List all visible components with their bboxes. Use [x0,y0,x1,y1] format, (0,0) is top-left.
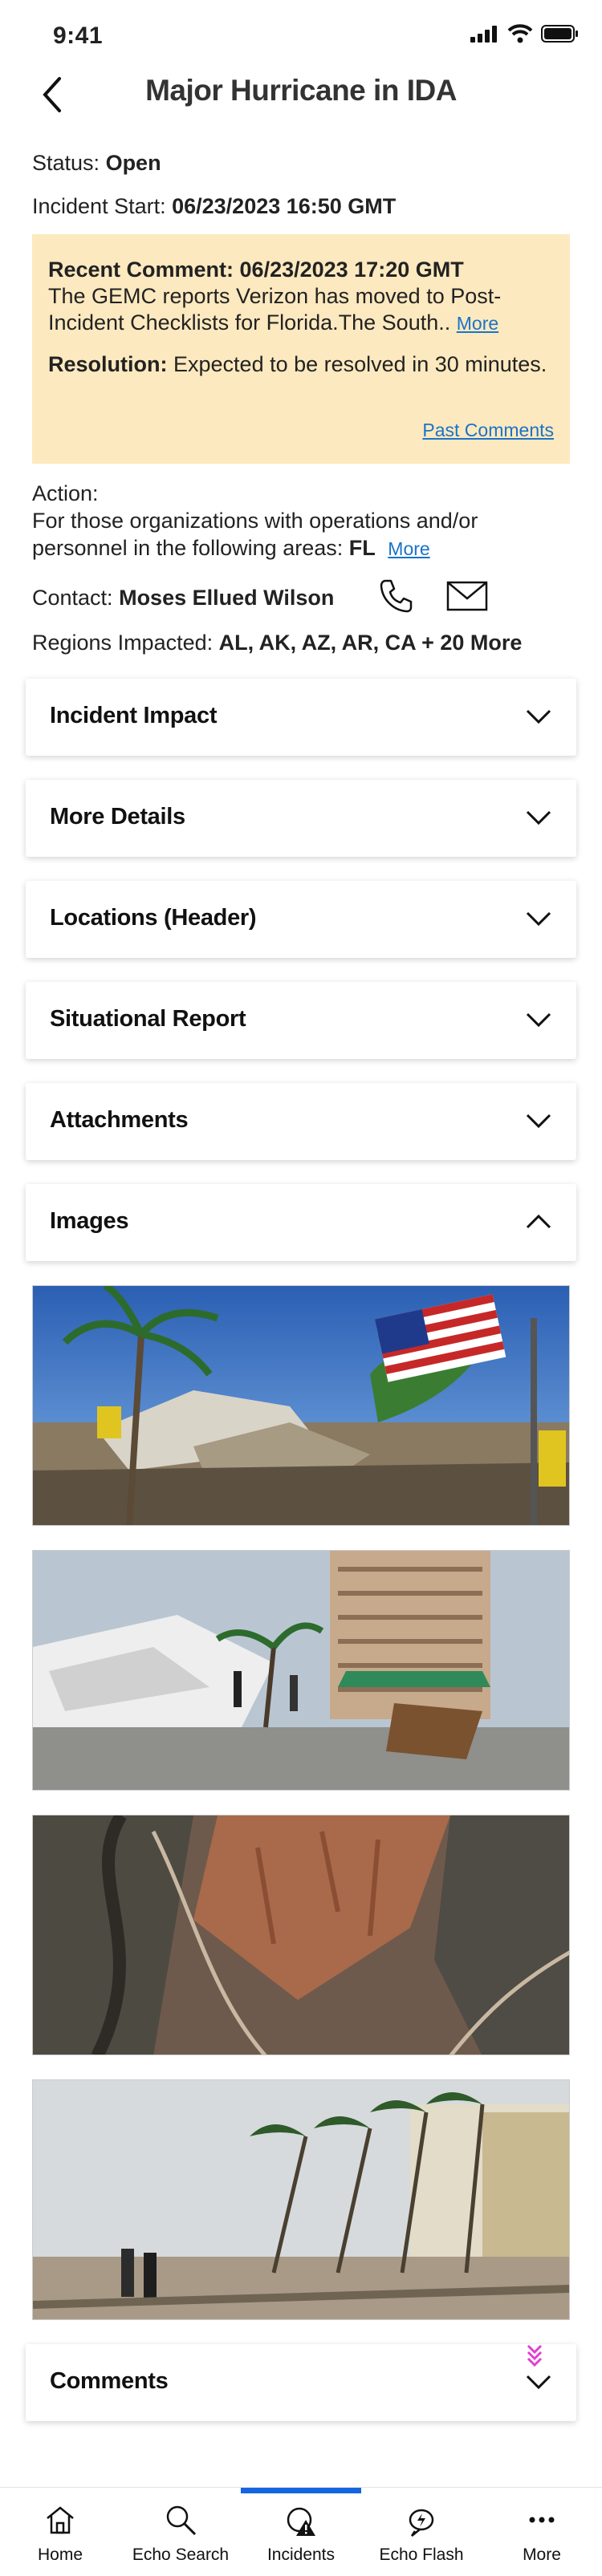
tab-incidents[interactable]: Incidents [241,2488,361,2576]
more-dots-icon [529,2517,555,2523]
contact-name: Moses Ellued Wilson [119,586,335,610]
contact-line: Contact: Moses Ellued Wilson [32,584,334,611]
incident-start-line: Incident Start: 06/23/2023 16:50 GMT [32,193,396,220]
regions-line: Regions Impacted: AL, AK, AZ, AR, CA + 2… [32,629,522,656]
resolution-label: Resolution: [48,352,168,376]
status-bar: 9:41 [0,0,602,64]
action-label: Action: [32,481,99,505]
status-label: Status: [32,151,100,175]
action-more-link[interactable]: More [388,538,429,559]
echo-flash-icon [409,2509,434,2537]
tab-home[interactable]: Home [0,2488,120,2576]
section-images[interactable]: Images [26,1184,576,1261]
bottom-tab-bar: Home Echo Search Incidents Echo Flash Mo… [0,2487,602,2576]
section-more-details[interactable]: More Details [26,780,576,857]
incident-start-value: 06/23/2023 16:50 GMT [172,194,397,218]
phone-icon[interactable] [377,578,414,615]
battery-icon [541,25,578,43]
photo-illustration [33,1286,569,1525]
tab-label: Echo Search [132,2546,230,2564]
recent-comment-more-link[interactable]: More [457,313,498,334]
wifi-icon [507,24,533,43]
page-title: Major Hurricane in IDA [145,74,457,107]
section-incident-impact[interactable]: Incident Impact [26,679,576,756]
tab-label: Echo Flash [379,2546,464,2564]
scroll-down-hint-icon [527,2344,543,2367]
past-comments-link[interactable]: Past Comments [422,420,554,441]
photo-illustration [33,1815,569,2055]
section-label: Images [50,1208,129,1234]
incident-alert-icon [287,2507,315,2536]
tab-more[interactable]: More [482,2488,602,2576]
regions-value: AL, AK, AZ, AR, CA + 20 More [218,631,523,655]
incident-start-label: Incident Start: [32,194,166,218]
tab-label: Incidents [266,2546,336,2564]
section-label: Comments [50,2368,169,2394]
storm-palm-trees-beach-photo[interactable] [32,2079,570,2320]
home-icon [47,2506,74,2534]
status-time: 9:41 [53,22,104,49]
status-icons [470,24,580,43]
recent-comment-text: The GEMC reports Verizon has moved to Po… [48,284,502,335]
chevron-down-icon [526,1114,551,1129]
status-value: Open [105,151,161,175]
recent-comment-box: Recent Comment: 06/23/2023 17:20 GMT The… [32,234,570,464]
aerial-canyon-road-photo[interactable] [32,1815,570,2055]
status-line: Status: Open [32,149,161,176]
section-label: Attachments [50,1107,189,1133]
contact-label: Contact: [32,586,113,610]
action-areas: FL [348,536,376,560]
tab-echo-search[interactable]: Echo Search [120,2488,241,2576]
tab-label: More [523,2546,561,2564]
section-situational-report[interactable]: Situational Report [26,982,576,1059]
section-label: Incident Impact [50,703,218,728]
recent-comment-label: Recent Comment: 06/23/2023 17:20 GMT [48,258,464,282]
chevron-up-icon [526,1214,551,1229]
chevron-down-icon [526,709,551,724]
section-label: More Details [50,804,185,830]
photo-illustration [33,1551,569,1790]
action-block: Action: For those organizations with ope… [32,480,546,562]
regions-label: Regions Impacted: [32,631,214,655]
search-icon [166,2505,197,2536]
signal-icon [470,26,497,43]
damaged-boats-marina-photo[interactable] [32,1550,570,1791]
section-attachments[interactable]: Attachments [26,1083,576,1160]
section-locations[interactable]: Locations (Header) [26,881,576,958]
email-icon[interactable] [446,581,488,611]
chevron-down-icon [526,1012,551,1028]
tab-echo-flash[interactable]: Echo Flash [361,2488,482,2576]
resolution-text: Expected to be resolved in 30 minutes. [173,352,547,376]
section-label: Situational Report [50,1006,246,1032]
tab-label: Home [37,2546,83,2564]
chevron-down-icon [526,2375,551,2390]
chevron-down-icon [526,911,551,927]
section-label: Locations (Header) [50,905,257,931]
chevron-down-icon [526,810,551,826]
section-comments[interactable]: Comments [26,2344,576,2421]
hurricane-damage-flag-photo[interactable] [32,1285,570,1526]
photo-illustration [33,2080,569,2319]
